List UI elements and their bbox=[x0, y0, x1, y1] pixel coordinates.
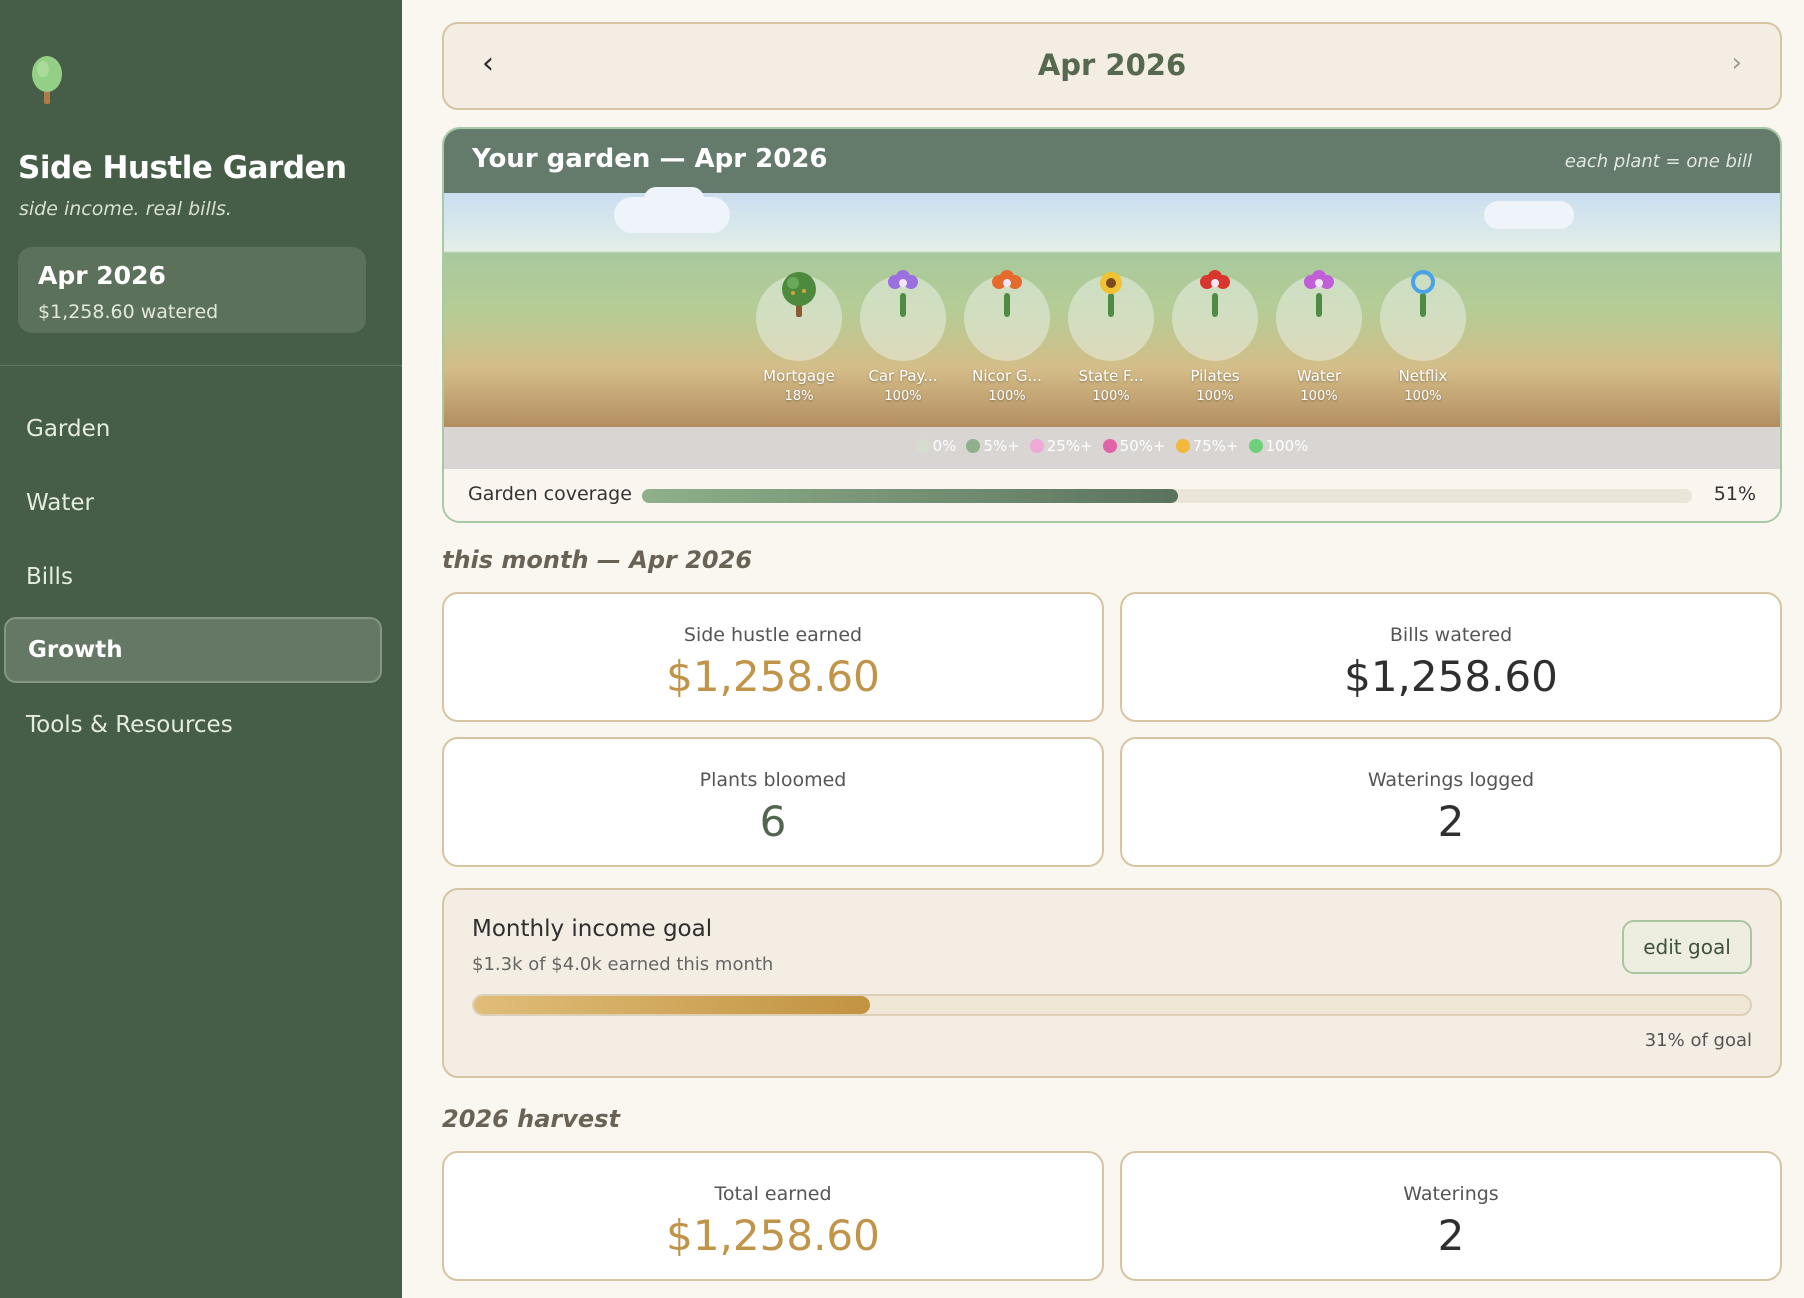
legend-item: 75%+ bbox=[1175, 437, 1239, 455]
stat-value: $1,258.60 bbox=[1344, 652, 1558, 701]
app-title: Side Hustle Garden bbox=[18, 150, 347, 186]
legend-label: 5%+ bbox=[983, 437, 1020, 455]
sidebar: Side Hustle Garden side income. real bil… bbox=[0, 0, 402, 1298]
month-card-title: Apr 2026 bbox=[38, 261, 166, 290]
plant-percent: 100% bbox=[1092, 389, 1130, 404]
harvest-heading: 2026 harvest bbox=[442, 1105, 620, 1133]
legend-label: 75%+ bbox=[1192, 437, 1239, 455]
coverage-value: 51% bbox=[1713, 483, 1756, 505]
sidebar-item-growth[interactable]: Growth bbox=[4, 617, 382, 683]
stat-label: Side hustle earned bbox=[683, 624, 863, 646]
plant-percent: 100% bbox=[988, 389, 1026, 404]
plant-netflix[interactable]: Netflix 100% bbox=[1380, 270, 1466, 415]
legend-label: 100% bbox=[1265, 437, 1309, 455]
plant-name: State F... bbox=[1078, 367, 1144, 385]
legend-dot bbox=[966, 439, 981, 453]
garden-title: Your garden — Apr 2026 bbox=[472, 144, 828, 174]
legend-dot bbox=[1175, 439, 1190, 453]
app-tagline: side income. real bills. bbox=[19, 198, 232, 220]
plant-name: Nicor G... bbox=[972, 367, 1042, 385]
sidebar-item-water[interactable]: Water bbox=[4, 470, 382, 536]
stat-label: Waterings bbox=[1403, 1183, 1499, 1205]
garden-scene: Mortgage 18% Car Pay... 100% Nicor G... 100% S… bbox=[444, 187, 1780, 427]
month-navigator: ‹ Apr 2026 › bbox=[442, 22, 1782, 110]
plant-percent: 18% bbox=[784, 389, 814, 404]
goal-title: Monthly income goal bbox=[472, 916, 713, 942]
plant-name: Mortgage bbox=[763, 367, 835, 385]
growth-legend: 0% 5%+ 25%+ 50%+ 75%+ 100% bbox=[444, 427, 1780, 469]
coverage-progress-fill bbox=[642, 489, 1178, 503]
plant-percent: 100% bbox=[884, 389, 922, 404]
current-month-label: Apr 2026 bbox=[1037, 48, 1187, 82]
stat-value: $1,258.60 bbox=[666, 652, 880, 701]
legend-label: 25%+ bbox=[1046, 437, 1093, 455]
stat-value: $1,258.60 bbox=[666, 1211, 880, 1260]
stat-value: 2 bbox=[1437, 797, 1465, 846]
coverage-progress-bar bbox=[642, 489, 1692, 503]
plant-state-f[interactable]: State F... 100% bbox=[1068, 272, 1154, 415]
current-month-card: Apr 2026 $1,258.60 watered bbox=[18, 247, 366, 333]
plant-percent: 100% bbox=[1300, 389, 1338, 404]
stat-value: 6 bbox=[759, 797, 787, 846]
waterings-card: Waterings 2 bbox=[1120, 1151, 1782, 1281]
plant-percent: 100% bbox=[1404, 389, 1442, 404]
plant-water[interactable]: Water 100% bbox=[1276, 270, 1362, 415]
plants-bloomed-card: Plants bloomed 6 bbox=[442, 737, 1104, 867]
stat-label: Bills watered bbox=[1389, 624, 1513, 646]
legend-item: 25%+ bbox=[1029, 437, 1093, 455]
legend-item: 50%+ bbox=[1102, 437, 1166, 455]
stat-label: Waterings logged bbox=[1367, 769, 1535, 791]
legend-dot bbox=[1248, 439, 1263, 453]
plant-name: Car Pay... bbox=[868, 367, 938, 385]
tree-icon bbox=[30, 54, 64, 106]
goal-subtitle: $1.3k of $4.0k earned this month bbox=[472, 954, 774, 975]
goal-percent: 31% of goal bbox=[1644, 1030, 1752, 1051]
plant-name: Water bbox=[1296, 367, 1342, 385]
bills-watered-card: Bills watered $1,258.60 bbox=[1120, 592, 1782, 722]
plant-nicor-g[interactable]: Nicor G... 100% bbox=[964, 270, 1050, 415]
sidebar-item-bills[interactable]: Bills bbox=[4, 544, 382, 610]
sidebar-item-garden[interactable]: Garden bbox=[4, 396, 382, 462]
waterings-logged-card: Waterings logged 2 bbox=[1120, 737, 1782, 867]
garden-note: each plant = one bill bbox=[1564, 151, 1752, 172]
plant-car-pay[interactable]: Car Pay... 100% bbox=[860, 270, 946, 415]
total-earned-card: Total earned $1,258.60 bbox=[442, 1151, 1104, 1281]
legend-item: 100% bbox=[1248, 437, 1309, 455]
goal-progress-fill bbox=[474, 996, 870, 1014]
plant-mortgage[interactable]: Mortgage 18% bbox=[756, 272, 842, 415]
legend-dot bbox=[915, 439, 930, 453]
next-month-button[interactable]: › bbox=[1732, 48, 1742, 78]
garden-coverage: Garden coverage 51% bbox=[444, 469, 1780, 521]
coverage-label: Garden coverage bbox=[468, 483, 632, 505]
goal-progress-bar bbox=[472, 994, 1752, 1016]
legend-label: 50%+ bbox=[1119, 437, 1166, 455]
cloud bbox=[1484, 201, 1574, 229]
this-month-heading: this month — Apr 2026 bbox=[442, 546, 753, 574]
legend-item: 0% bbox=[915, 437, 957, 455]
plant-name: Netflix bbox=[1398, 367, 1448, 385]
garden-panel: Your garden — Apr 2026 each plant = one … bbox=[442, 127, 1782, 523]
plant-percent: 100% bbox=[1196, 389, 1234, 404]
sidebar-item-tools-resources[interactable]: Tools & Resources bbox=[4, 692, 382, 758]
legend-dot bbox=[1102, 439, 1117, 453]
edit-goal-button[interactable]: edit goal bbox=[1622, 920, 1752, 974]
month-card-watered: $1,258.60 watered bbox=[38, 301, 219, 323]
side-hustle-earned-card: Side hustle earned $1,258.60 bbox=[442, 592, 1104, 722]
legend-label: 0% bbox=[932, 437, 957, 455]
monthly-income-goal-card: Monthly income goal $1.3k of $4.0k earne… bbox=[442, 888, 1782, 1078]
garden-header: Your garden — Apr 2026 each plant = one … bbox=[444, 129, 1780, 193]
stat-label: Plants bloomed bbox=[699, 769, 847, 791]
stat-label: Total earned bbox=[714, 1183, 832, 1205]
cloud bbox=[644, 187, 704, 211]
sidebar-divider bbox=[0, 365, 402, 366]
plant-name: Pilates bbox=[1190, 367, 1240, 385]
stat-value: 2 bbox=[1437, 1211, 1465, 1260]
plant-pilates[interactable]: Pilates 100% bbox=[1172, 270, 1258, 415]
legend-dot bbox=[1029, 439, 1044, 453]
legend-item: 5%+ bbox=[966, 437, 1020, 455]
legend-items: 0% 5%+ 25%+ 50%+ 75%+ 100% bbox=[444, 437, 1780, 455]
